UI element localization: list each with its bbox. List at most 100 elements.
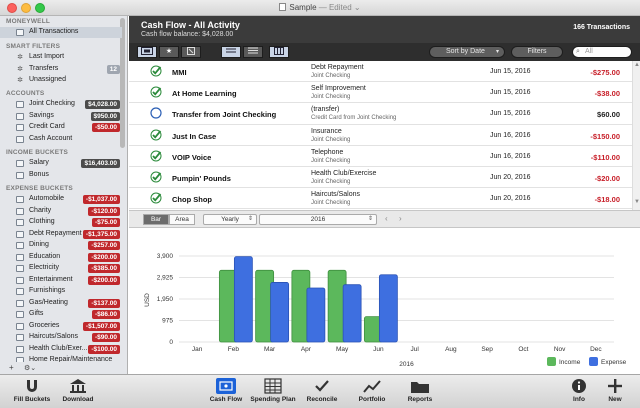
sidebar-item[interactable]: Cash Account <box>0 134 122 145</box>
bucket-icon <box>16 322 24 330</box>
scroll-down-arrow-icon[interactable]: ▼ <box>634 199 640 205</box>
x-tick-label: Jul <box>410 346 419 353</box>
search-icon: ⌕ <box>576 48 580 55</box>
cleared-check-icon[interactable] <box>150 150 162 162</box>
next-period-button[interactable]: › <box>399 214 402 223</box>
transaction-row[interactable]: MMI Debt Repayment Joint Checking Jun 15, 2… <box>129 61 632 83</box>
sidebar-item[interactable]: Joint Checking $4,028.00 <box>0 99 122 110</box>
sidebar-item-label: Gifts <box>29 310 44 317</box>
sidebar-item[interactable]: Salary $16,403.00 <box>0 158 122 169</box>
sidebar-item[interactable]: Credit Card -$50.00 <box>0 122 122 133</box>
sidebar-item[interactable]: Bonus <box>0 170 122 181</box>
cash-flow-button[interactable]: Cash Flow <box>206 378 246 403</box>
chart-type-bar-button[interactable]: Bar <box>143 214 169 225</box>
sidebar-item[interactable]: ✲ Unassigned <box>0 75 122 86</box>
register-icon <box>16 29 24 36</box>
previous-period-button[interactable]: ‹ <box>385 214 388 223</box>
sidebar-item[interactable]: Entertainment -$200.00 <box>0 275 122 286</box>
row-expanded-button[interactable] <box>243 46 263 58</box>
cleared-check-icon[interactable] <box>150 86 162 98</box>
fill-buckets-button[interactable]: Fill Buckets <box>10 378 54 403</box>
balance-badge: -$1,507.00 <box>82 321 120 331</box>
sidebar-item[interactable]: ✲ Transfers 12 <box>0 64 122 75</box>
sidebar-item-label: Automobile <box>29 195 65 202</box>
period-select[interactable]: Yearly ⇕ <box>203 214 257 225</box>
balance-badge: -$90.00 <box>91 333 120 342</box>
filters-button[interactable]: Filters <box>511 46 563 58</box>
sidebar-item[interactable]: Groceries -$1,507.00 <box>0 321 122 332</box>
balance-badge: -$200.00 <box>88 275 120 285</box>
reports-button[interactable]: Reports <box>400 378 440 403</box>
cleared-check-icon[interactable] <box>150 65 162 77</box>
sidebar-item-label: All Transactions <box>29 28 79 35</box>
transaction-date: Jun 15, 2016 <box>490 68 531 75</box>
sidebar-gear-menu-button[interactable]: ⚙⌄ <box>24 364 36 372</box>
transaction-row[interactable]: Chop Shop Haircuts/Salons Joint Checking Ju… <box>129 188 632 210</box>
transaction-row[interactable]: VOIP Voice Telephone Joint Checking Jun 16,… <box>129 146 632 167</box>
edited-indicator[interactable]: — Edited ⌄ <box>319 3 361 12</box>
bucket-icon <box>16 299 24 307</box>
sidebar-item[interactable]: Furnishings <box>0 286 122 297</box>
window-titlebar: Sample — Edited ⌄ <box>0 0 640 16</box>
sidebar-item[interactable]: Home Repair/Maintenance <box>0 355 122 362</box>
bank-icon <box>70 379 86 393</box>
account-name: Joint Checking <box>311 179 351 185</box>
download-button[interactable]: Download <box>58 378 98 403</box>
uncleared-circle-icon[interactable] <box>150 107 162 119</box>
transaction-row[interactable]: Just In Case Insurance Joint Checking Jun 1… <box>129 125 632 146</box>
gear-icon: ✲ <box>17 54 23 61</box>
new-button[interactable]: New <box>600 378 630 403</box>
cleared-check-icon[interactable] <box>150 129 162 141</box>
reconcile-button[interactable]: Reconcile <box>302 378 342 403</box>
balance-badge: -$1,375.00 <box>82 229 120 239</box>
sidebar-item[interactable]: Gifts -$86.00 <box>0 309 122 320</box>
x-tick-label: May <box>336 346 349 353</box>
year-select[interactable]: 2016 ⇕ <box>259 214 377 225</box>
sort-by-button[interactable]: Sort by Date ▾ <box>429 46 505 58</box>
row-compact-button[interactable] <box>221 46 241 58</box>
sidebar-item[interactable]: Charity -$120.00 <box>0 206 122 217</box>
transaction-row[interactable]: At Home Learning Self Improvement Joint Ch… <box>129 82 632 104</box>
transaction-row[interactable]: Transfer from Joint Checking (transfer) Cr… <box>129 103 632 125</box>
sidebar-item[interactable]: Haircuts/Salons -$90.00 <box>0 332 122 343</box>
scroll-up-arrow-icon[interactable]: ▲ <box>634 62 640 68</box>
account-name: Joint Checking <box>311 73 351 79</box>
view-flagged-button[interactable]: ★ <box>159 46 179 58</box>
sidebar-item[interactable]: Electricity -$385.00 <box>0 263 122 274</box>
transaction-date: Jun 20, 2016 <box>490 195 531 203</box>
add-bucket-button[interactable]: + <box>9 363 14 372</box>
sidebar-item[interactable]: Debt Repayment -$1,375.00 <box>0 229 122 240</box>
x-tick-label: Jun <box>373 346 384 353</box>
sidebar-item-label: Dining <box>29 241 49 248</box>
sidebar-item[interactable]: Clothing -$75.00 <box>0 217 122 228</box>
portfolio-button[interactable]: Portfolio <box>352 378 392 403</box>
transaction-scrollbar[interactable]: ▲ ▼ <box>632 61 640 210</box>
page-title: Cash Flow - All Activity <box>141 20 240 30</box>
balance-badge: $4,028.00 <box>85 100 120 109</box>
search-field[interactable]: ⌕ All <box>572 46 632 58</box>
view-split-button[interactable] <box>181 46 201 58</box>
cleared-check-icon[interactable] <box>150 171 162 183</box>
magnet-icon <box>27 380 37 392</box>
spending-plan-button[interactable]: Spending Plan <box>250 378 296 403</box>
sidebar-item[interactable]: Gas/Heating -$137.00 <box>0 298 122 309</box>
chevron-updown-icon: ⇕ <box>367 216 373 222</box>
transaction-row[interactable]: Pumpin' Pounds Health Club/Exercise Joint … <box>129 167 632 189</box>
section-smart-filters: SMART FILTERS <box>6 43 61 50</box>
sidebar-item[interactable]: ✲ Last Import <box>0 52 122 63</box>
category-name: Telephone <box>311 148 344 156</box>
sidebar-item[interactable]: Dining -$257.00 <box>0 240 122 251</box>
sidebar-item[interactable]: Automobile -$1,037.00 <box>0 194 122 205</box>
info-button[interactable]: Info <box>564 378 594 403</box>
sidebar-item[interactable]: Health Club/Exer... -$100.00 <box>0 344 122 355</box>
chart-type-area-button[interactable]: Area <box>169 214 195 225</box>
category-name: (transfer) <box>311 106 340 114</box>
sidebar-item[interactable]: Savings $950.00 <box>0 111 122 122</box>
sidebar-item-all-transactions[interactable]: All Transactions <box>0 27 122 38</box>
columns-button[interactable] <box>269 46 289 58</box>
view-register-button[interactable] <box>137 46 157 58</box>
x-tick-label: Dec <box>590 346 602 353</box>
search-placeholder: All <box>585 48 593 55</box>
sidebar-item[interactable]: Education -$200.00 <box>0 252 122 263</box>
cleared-check-icon[interactable] <box>150 192 162 204</box>
